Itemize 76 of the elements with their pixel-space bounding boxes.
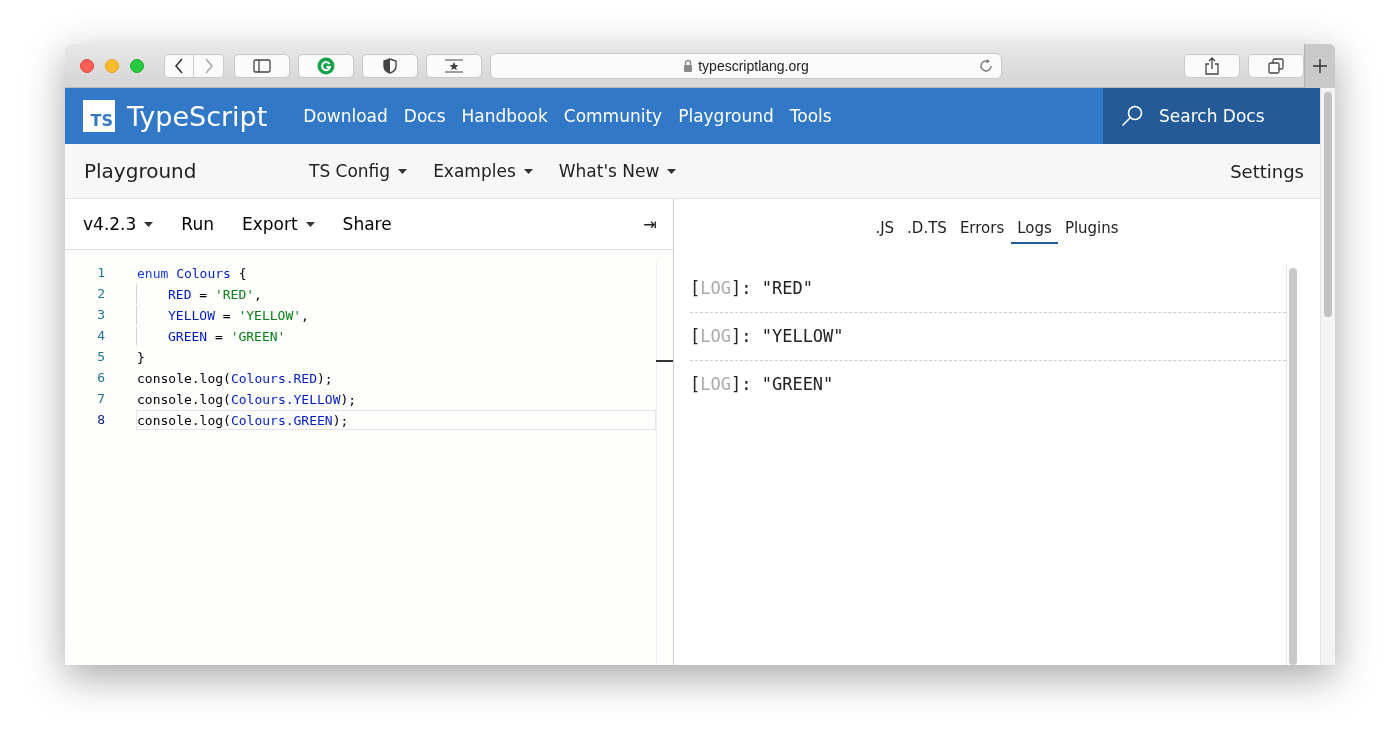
zoom-button[interactable] [130,58,144,73]
tabs-button[interactable] [1248,53,1304,78]
log-entry: [LOG]: "YELLOW" [690,313,1286,361]
code-line: RED = 'RED', [136,283,656,304]
code-line: YELLOW = 'YELLOW', [136,304,656,325]
plus-icon [1313,58,1327,73]
caret-icon [398,168,408,174]
share-icon [1205,56,1219,75]
caret-icon [523,168,533,174]
chevron-left-icon [174,57,184,74]
line-number: 7 [96,391,106,406]
extension-button[interactable] [298,53,354,78]
letter-g-icon [317,56,335,75]
shield-button[interactable] [362,53,418,78]
output-tab[interactable]: Plugins [1058,212,1125,244]
sidebar-button[interactable] [234,53,290,78]
chevron-right-icon [203,57,214,74]
code-line: } [136,348,146,367]
minimap-marker [656,360,673,362]
nav-link[interactable]: Playground [678,106,774,126]
nav-link[interactable]: Docs [403,106,446,126]
share-button[interactable] [1184,53,1240,78]
output-tab[interactable]: Errors [953,212,1011,244]
lock-icon [683,59,694,72]
page-title: Playground [84,159,198,183]
line-number: 6 [96,370,106,385]
new-tab-button[interactable] [1304,44,1335,88]
caret-icon [667,168,677,174]
output-tab[interactable]: .D.TS [901,212,953,244]
dropdown-button[interactable]: Export [241,214,315,234]
output-tab[interactable]: Logs [1011,212,1058,244]
minimize-button[interactable] [105,58,119,73]
close-button[interactable] [80,58,94,73]
log-entry: [LOG]: "GREEN" [690,373,835,396]
address-bar[interactable]: typescriptlang.org [490,52,1002,79]
output-tab[interactable]: .JS [869,212,901,244]
toolbar-button[interactable]: Run [181,214,214,234]
star-icon [444,58,464,73]
code-line: GREEN = 'GREEN' [136,325,656,346]
code-editor[interactable]: 1 enum Colours { 2 RED = 'RED', 3 YELLOW = 'YELLOW', 4 GREEN = 'GREEN' 5 } 6 console.log(Colours.RED); 7 console.log(Colours.YELLOW); 8 console.log(Colours.GREEN); [65,250,673,665]
logo-text[interactable]: TypeScript [127,100,268,132]
search-icon [1121,105,1143,127]
nav-link[interactable]: Download [303,106,388,126]
nav-link[interactable]: Handbook [461,106,548,126]
dropdown-button[interactable]: v4.2.3 [83,214,154,234]
toolbar-button[interactable]: Share [342,214,392,234]
reload-icon[interactable] [978,57,994,74]
sidebar-icon [253,58,271,73]
log-entry: [LOG]: "RED" [690,265,1286,313]
line-number: 3 [96,307,106,322]
shield-icon [383,57,397,74]
tabs-icon [1268,57,1284,74]
caret-icon [305,221,315,227]
line-number: 2 [96,286,106,301]
page-scrollbar-thumb[interactable] [1324,92,1332,317]
dropdown-menu[interactable]: Examples [433,161,533,181]
line-number: 4 [96,328,106,343]
dropdown-menu[interactable]: TS Config [309,161,408,181]
bookmark-button[interactable] [426,53,482,78]
code-line: enum Colours { [136,264,248,283]
nav-link[interactable]: Community [563,106,663,126]
url-text: typescriptlang.org [698,57,809,74]
settings-link[interactable]: Settings [1230,160,1304,182]
nav-link[interactable]: Tools [789,106,832,126]
back-button[interactable] [164,53,194,78]
line-number: 1 [96,265,106,280]
code-line: console.log(Colours.YELLOW); [136,390,358,409]
collapse-button[interactable]: ⇥ [643,214,657,234]
logo-badge[interactable]: TS [83,100,115,132]
line-number: 5 [96,349,106,364]
line-number: 8 [96,412,106,427]
page-scrollbar[interactable] [1320,88,1335,665]
dropdown-menu[interactable]: What's New [558,161,677,181]
caret-icon [144,221,154,227]
search-docs-button[interactable]: Search Docs [1103,88,1320,144]
code-line: console.log(Colours.RED); [136,369,334,388]
